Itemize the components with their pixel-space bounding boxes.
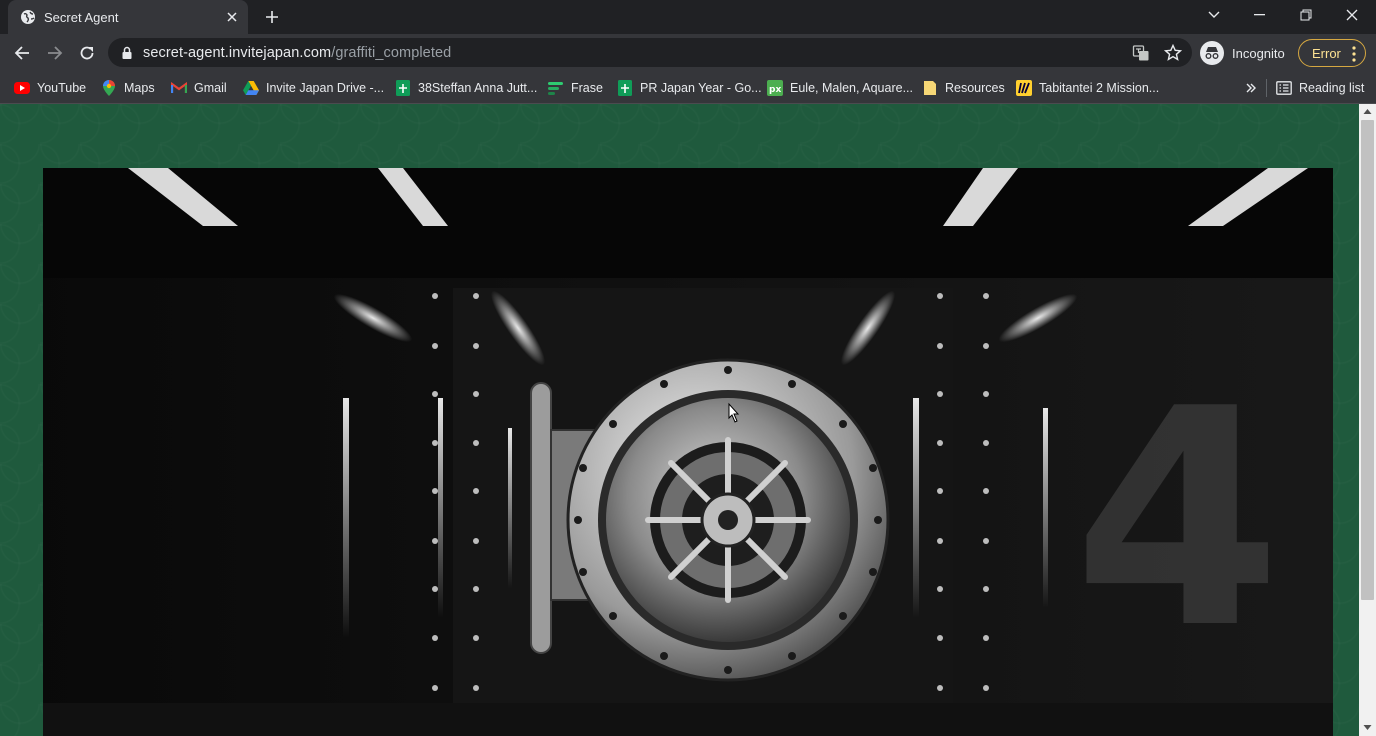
error-menu-button[interactable]: Error — [1298, 39, 1366, 67]
restore-button[interactable] — [1283, 0, 1329, 30]
vertical-scrollbar[interactable] — [1359, 104, 1376, 736]
scroll-down-icon[interactable] — [1363, 723, 1372, 732]
sheets-icon — [395, 80, 411, 96]
bookmark-star-icon[interactable] — [1164, 44, 1182, 62]
translate-icon[interactable] — [1132, 44, 1150, 62]
back-button[interactable] — [8, 39, 36, 67]
forward-button[interactable] — [41, 39, 69, 67]
bookmarks-divider — [1266, 79, 1267, 97]
incognito-label: Incognito — [1232, 45, 1285, 61]
frase-icon — [548, 80, 564, 96]
folder-icon — [922, 80, 938, 96]
scroll-up-icon[interactable] — [1363, 107, 1372, 116]
globe-icon — [20, 9, 36, 25]
reload-button[interactable] — [73, 39, 101, 67]
bookmarks-bar: YouTube Maps Gmail Invite Japan Drive -.… — [0, 72, 1376, 104]
tab-strip: Secret Agent — [0, 0, 1376, 34]
bookmark-frase[interactable]: Frase — [548, 76, 603, 100]
youtube-icon — [14, 80, 30, 96]
maps-icon — [101, 80, 117, 96]
bookmark-resources[interactable]: Resources — [922, 76, 1005, 100]
incognito-icon — [1200, 41, 1224, 65]
bookmark-maps[interactable]: Maps — [101, 76, 155, 100]
reading-list-button[interactable]: Reading list — [1276, 76, 1364, 100]
bookmark-invite-japan-drive[interactable]: Invite Japan Drive -... — [243, 76, 384, 100]
close-window-button[interactable] — [1329, 0, 1375, 30]
url-text: secret-agent.invitejapan.com/graffiti_co… — [143, 45, 451, 61]
reading-list-icon — [1276, 80, 1292, 96]
bookmark-38steffan[interactable]: 38Steffan Anna Jutt... — [395, 76, 537, 100]
bookmark-eule-malen[interactable]: px Eule, Malen, Aquare... — [767, 76, 913, 100]
double-chevron-right-icon — [1243, 80, 1259, 96]
bookmark-tabitantei[interactable]: Tabitantei 2 Mission... — [1016, 76, 1159, 100]
scrollbar-thumb[interactable] — [1361, 120, 1374, 600]
incognito-profile-button[interactable]: Incognito — [1200, 40, 1285, 66]
bookmark-gmail[interactable]: Gmail — [171, 76, 227, 100]
more-vert-icon — [1352, 46, 1356, 67]
page-viewport: 4 — [0, 104, 1359, 736]
new-tab-button[interactable] — [260, 5, 284, 29]
error-label: Error — [1312, 45, 1341, 61]
tab-search-button[interactable] — [1191, 0, 1237, 30]
url-path: /graffiti_completed — [331, 44, 452, 61]
tab-secret-agent[interactable]: Secret Agent — [8, 0, 248, 34]
drive-icon — [243, 80, 259, 96]
tab-title: Secret Agent — [44, 9, 119, 25]
address-bar[interactable]: secret-agent.invitejapan.com/graffiti_co… — [108, 38, 1192, 67]
lock-icon[interactable] — [120, 46, 134, 60]
minimize-button[interactable] — [1237, 0, 1283, 30]
vault-numeral: 4 — [1073, 345, 1282, 694]
browser-toolbar: secret-agent.invitejapan.com/graffiti_co… — [0, 34, 1376, 72]
miro-icon — [1016, 80, 1032, 96]
vault-hero-image[interactable]: 4 — [43, 168, 1333, 736]
url-host: secret-agent.invitejapan.com — [143, 44, 332, 61]
more-bookmarks-button[interactable] — [1243, 76, 1266, 100]
svg-text:px: px — [769, 85, 781, 95]
bookmark-youtube[interactable]: YouTube — [14, 76, 86, 100]
gmail-icon — [171, 80, 187, 96]
sheets-icon — [617, 80, 633, 96]
vault-scene: 4 — [43, 168, 1333, 736]
close-tab-icon[interactable] — [220, 5, 244, 29]
px-icon: px — [767, 80, 783, 96]
bookmark-pr-japan-year[interactable]: PR Japan Year - Go... — [617, 76, 762, 100]
